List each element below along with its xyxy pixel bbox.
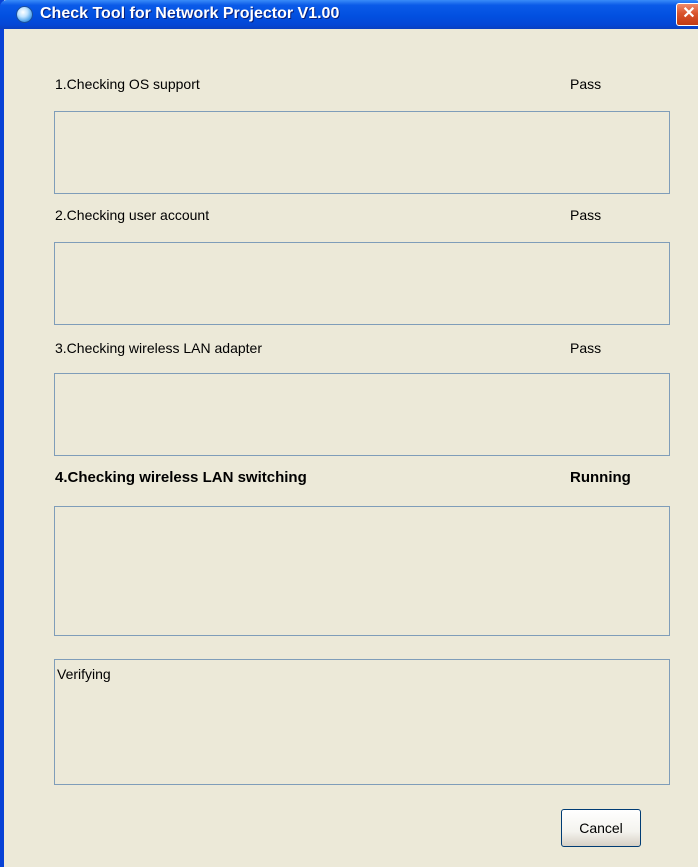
- check-4-result-box: [54, 506, 670, 636]
- message-text: Verifying: [57, 666, 111, 682]
- check-3-status: Pass: [570, 340, 602, 356]
- check-tool-window: Check Tool for Network Projector V1.00 ✕…: [0, 0, 698, 867]
- check-1-result-box: [54, 111, 670, 194]
- window-title: Check Tool for Network Projector V1.00: [40, 5, 340, 22]
- message-box: Verifying: [54, 659, 670, 785]
- cancel-button[interactable]: Cancel: [561, 809, 641, 847]
- check-1-status: Pass: [570, 76, 602, 92]
- check-4-status: Running: [570, 469, 631, 486]
- check-2-result-box: [54, 242, 670, 325]
- check-2-status: Pass: [570, 207, 602, 223]
- close-icon[interactable]: ✕: [676, 3, 698, 26]
- check-3-result-box: [54, 373, 670, 456]
- check-3-label: 3.Checking wireless LAN adapter: [55, 340, 262, 356]
- check-1-label: 1.Checking OS support: [55, 76, 200, 92]
- check-2-label: 2.Checking user account: [55, 207, 210, 223]
- check-4-label: 4.Checking wireless LAN switching: [55, 469, 307, 486]
- title-bar[interactable]: Check Tool for Network Projector V1.00 ✕: [0, 0, 698, 29]
- app-icon: [16, 6, 33, 23]
